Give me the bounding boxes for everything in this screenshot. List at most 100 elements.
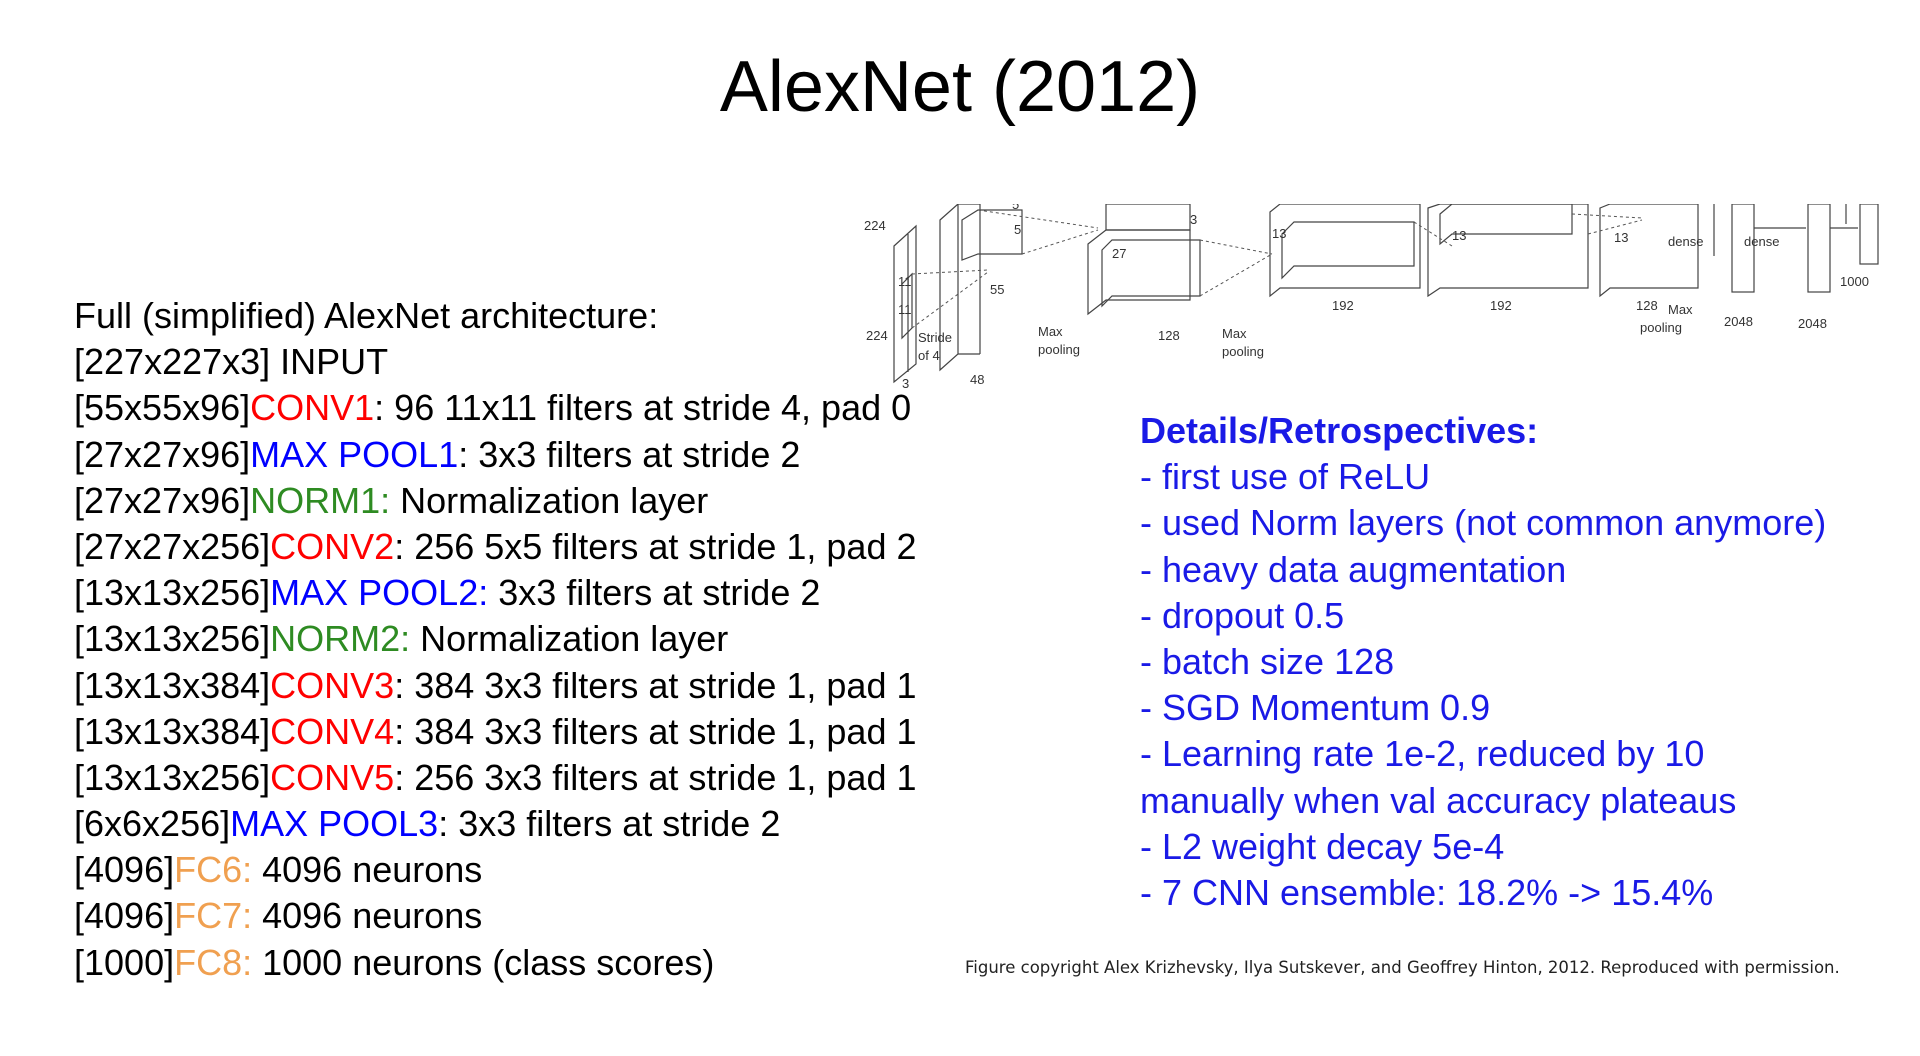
layer-description: 4096 neurons [252, 849, 483, 891]
figure-label: 2048 [1798, 316, 1827, 331]
details-item: - L2 weight decay 5e-4 [1140, 825, 1505, 867]
layer-description: : 384 3x3 filters at stride 1, pad 1 [394, 710, 917, 752]
details-item: - batch size 128 [1140, 640, 1395, 682]
alexnet-diagram: 224 224 3 11 11 Stride of 4 55 48 5 5 27… [864, 204, 1879, 390]
layer-description: 3x3 filters at stride 2 [488, 572, 821, 614]
architecture-line: [1000]FC8: 1000 neurons (class scores) [74, 940, 974, 986]
figure-label: Max [1668, 302, 1693, 317]
conv2-volume-a [1087, 229, 1191, 316]
layer-name: CONV5 [270, 756, 395, 798]
architecture-line: [13x13x256]NORM2: Normalization layer [74, 616, 974, 662]
conv4-volume [1427, 204, 1589, 298]
slide-title: AlexNet (2012) [719, 47, 1201, 127]
layer-description: Normalization layer [410, 618, 729, 660]
details-list: Details/Retrospectives: - first use of R… [1140, 408, 1900, 916]
figure-label: 224 [864, 218, 886, 233]
architecture-line: [227x227x3] INPUT [74, 339, 974, 385]
layer-name: MAX POOL1 [250, 433, 459, 475]
figure-label: dense [1668, 234, 1703, 249]
architecture-heading: Full (simplified) AlexNet architecture: [74, 295, 659, 336]
details-item: - SGD Momentum 0.9 [1140, 687, 1491, 729]
layer-shape: [13x13x256] [74, 756, 271, 798]
figure-label: 192 [1332, 298, 1354, 313]
architecture-line: [27x27x96]NORM1: Normalization layer [74, 478, 974, 524]
figure-label: 3 [1190, 212, 1197, 227]
layer-shape: [13x13x256] [74, 618, 271, 660]
layer-name: MAX POOL2: [270, 572, 489, 614]
layer-description: 4096 neurons [252, 895, 483, 937]
figure-label: 128 [1158, 328, 1180, 343]
figure-label: 11 [898, 302, 912, 317]
architecture-line: [55x55x96]CONV1: 96 11x11 filters at str… [74, 385, 974, 431]
conv3-kernel [1281, 221, 1415, 280]
conv1-volume [939, 204, 959, 372]
layer-description: : 256 5x5 filters at stride 1, pad 2 [394, 525, 917, 567]
conv1-kernel [961, 209, 1023, 261]
layer-description: : 3x3 filters at stride 2 [458, 433, 801, 475]
details-items: - first use of ReLU - used Norm layers (n… [1140, 454, 1900, 916]
figure-label: 13 [1272, 226, 1286, 241]
details-item: - heavy data augmentation [1140, 548, 1567, 590]
figure-label: 5 [1012, 204, 1019, 212]
layer-shape: [4096] [74, 849, 175, 891]
architecture-line: [4096]FC7: 4096 neurons [74, 893, 974, 939]
figure-label: Max [1038, 324, 1063, 339]
layer-description: : 384 3x3 filters at stride 1, pad 1 [394, 664, 917, 706]
figure-label: 224 [866, 328, 888, 343]
layer-name: NORM1: [250, 479, 391, 521]
conv3-volume [1269, 204, 1421, 298]
figure-label: 1000 [1840, 274, 1869, 289]
figure-label: 5 [1014, 222, 1021, 237]
figure-label: Stride [918, 330, 952, 345]
architecture-lines: [227x227x3] INPUT [55x55x96]CONV1: 96 11x… [74, 339, 974, 986]
architecture-line: [13x13x384]CONV4: 384 3x3 filters at str… [74, 709, 974, 755]
layer-shape: [227x227x3] [74, 341, 271, 383]
figure-label: 55 [990, 282, 1004, 297]
details-item: - dropout 0.5 [1140, 594, 1345, 636]
figure-label: of 4 [918, 348, 940, 363]
layer-name: MAX POOL3 [230, 803, 439, 845]
figure-label: 128 [1636, 298, 1658, 313]
layer-shape: [13x13x384] [74, 710, 271, 752]
layer-name: FC7: [174, 895, 253, 937]
figure-label: 48 [970, 372, 984, 387]
figure-label: 11 [898, 274, 912, 289]
layer-shape: [27x27x96] [74, 433, 251, 475]
fc8-column [1859, 204, 1879, 265]
figure-label: 27 [1112, 246, 1126, 261]
layer-description: Normalization layer [390, 479, 709, 521]
alexnet-architecture-figure: 224 224 3 11 11 Stride of 4 55 48 5 5 27… [862, 204, 1884, 390]
layer-name: CONV1 [250, 387, 375, 429]
figure-label: pooling [1038, 342, 1080, 357]
layer-shape: [6x6x256] [74, 803, 231, 845]
figure-label: pooling [1222, 344, 1264, 359]
architecture-line: [27x27x256]CONV2: 256 5x5 filters at str… [74, 524, 974, 570]
layer-name: CONV3 [270, 664, 395, 706]
figure-label: 2048 [1724, 314, 1753, 329]
layer-description: : 96 11x11 filters at stride 4, pad 0 [374, 387, 912, 429]
fc7-column [1807, 204, 1831, 293]
details-item: - 7 CNN ensemble: 18.2% -> 15.4% [1140, 871, 1714, 913]
layer-shape: [4096] [74, 895, 175, 937]
layer-description: : 256 3x3 filters at stride 1, pad 1 [394, 756, 917, 798]
figure-label: pooling [1640, 320, 1682, 335]
details-heading: Details/Retrospectives: [1140, 410, 1539, 451]
figure-label: 192 [1490, 298, 1512, 313]
details-item: - used Norm layers (not common anymore) [1140, 502, 1827, 544]
layer-shape: [1000] [74, 941, 175, 983]
layer-description: : 3x3 filters at stride 2 [438, 803, 781, 845]
layer-shape: [27x27x256] [74, 525, 271, 567]
layer-shape: [13x13x384] [74, 664, 271, 706]
details-item: - Learning rate 1e-2, reduced by 10 [1140, 733, 1705, 775]
layer-name: FC6: [174, 849, 253, 891]
layer-name: CONV2 [270, 525, 395, 567]
layer-name: NORM2: [270, 618, 411, 660]
layer-shape: [13x13x256] [74, 572, 271, 614]
layer-shape: [55x55x96] [74, 387, 251, 429]
figure-caption: Figure copyright Alex Krizhevsky, Ilya S… [965, 958, 1840, 977]
layer-description: INPUT [270, 341, 389, 383]
architecture-list: Full (simplified) AlexNet architecture: … [74, 293, 974, 986]
architecture-line: [6x6x256]MAX POOL3: 3x3 filters at strid… [74, 801, 974, 847]
figure-label: Max [1222, 326, 1247, 341]
conv2-top [1105, 204, 1191, 231]
